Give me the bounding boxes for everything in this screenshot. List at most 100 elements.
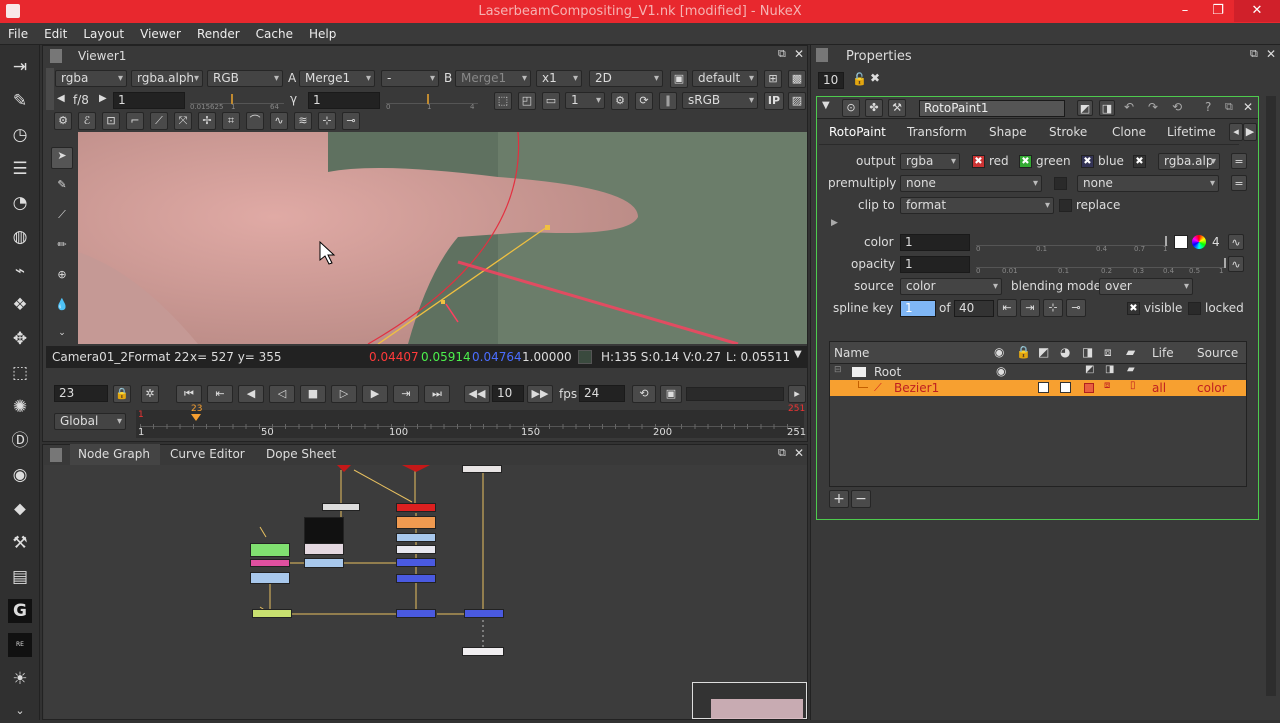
- color-field[interactable]: 1: [900, 234, 970, 251]
- keyframe-add-icon[interactable]: ⊹: [318, 112, 336, 130]
- frame-lock-icon[interactable]: 🔒: [113, 385, 131, 403]
- lut-profile-dropdown[interactable]: default: [692, 70, 758, 87]
- help-icon[interactable]: ?: [1205, 100, 1211, 114]
- alpha-channel-dropdown[interactable]: rgba.alph: [131, 70, 203, 87]
- gamma-field[interactable]: 1: [308, 92, 380, 109]
- tab-node-graph[interactable]: Node Graph: [78, 447, 150, 461]
- draw-nodes-icon[interactable]: ✎: [8, 89, 32, 113]
- revision-icon[interactable]: RE: [8, 633, 32, 657]
- node-merge[interactable]: [396, 558, 436, 567]
- keyframe-remove-icon[interactable]: ⊸: [342, 112, 360, 130]
- step-forward-icon[interactable]: ▶▶: [527, 385, 553, 403]
- toolbar-more-icon[interactable]: ⌄: [8, 699, 32, 723]
- node-rotopaint[interactable]: [396, 503, 436, 512]
- loop-icon[interactable]: ⟲: [632, 385, 656, 403]
- blending-mode-dropdown[interactable]: over: [1099, 278, 1193, 295]
- navigator-viewport[interactable]: [711, 699, 803, 719]
- metadata-nodes-icon[interactable]: ⬥: [8, 497, 32, 521]
- tabs-right-icon[interactable]: ▶: [1243, 123, 1257, 141]
- playback-range-bar[interactable]: [686, 387, 784, 401]
- tab-dope-sheet[interactable]: Dope Sheet: [266, 447, 336, 461]
- source-dropdown[interactable]: color: [900, 278, 1002, 295]
- tab-viewer1[interactable]: Viewer1: [78, 49, 126, 63]
- row-overlay-color[interactable]: [1084, 383, 1094, 393]
- add-curve-button[interactable]: +: [829, 490, 849, 508]
- roi-icon[interactable]: ⊞: [764, 70, 782, 88]
- select-tool-icon[interactable]: ➤: [51, 147, 73, 169]
- other-nodes-icon[interactable]: ▤: [8, 565, 32, 589]
- gain-field[interactable]: 1: [113, 92, 185, 109]
- brush-tool-icon[interactable]: ✏: [51, 237, 73, 259]
- lock-icon[interactable]: ⊡: [102, 112, 120, 130]
- node-grade[interactable]: [250, 572, 290, 584]
- step-back-icon[interactable]: ◀◀: [464, 385, 490, 403]
- color-icon[interactable]: ◨: [1099, 100, 1115, 116]
- curves-row-root[interactable]: ⊟ Root ◉ ◩ ◨ ▰: [830, 364, 1246, 380]
- row-color-swatch[interactable]: [1060, 382, 1071, 393]
- row-motion-blur-icon[interactable]: ⧈: [1104, 380, 1110, 391]
- lut-icon[interactable]: ▣: [670, 70, 688, 88]
- open-spline-icon[interactable]: ⌒: [246, 112, 264, 130]
- pin-icon[interactable]: 🔓: [852, 72, 867, 86]
- remove-key-icon[interactable]: ⊸: [1066, 299, 1086, 317]
- deep-nodes-icon[interactable]: Ⓓ: [8, 429, 32, 453]
- alpha-channel-dropdown[interactable]: rgba.alp: [1158, 153, 1220, 170]
- color-channel-count[interactable]: 4: [1212, 235, 1220, 249]
- undo-icon[interactable]: ↶: [1124, 100, 1134, 114]
- locked-checkbox[interactable]: [1188, 302, 1201, 315]
- node-copy[interactable]: [396, 545, 436, 554]
- proxy-dropdown[interactable]: 1: [565, 92, 605, 109]
- column-visible-icon[interactable]: ◉: [994, 345, 1004, 359]
- column-invert-icon[interactable]: ◩: [1038, 345, 1049, 359]
- tab-lifetime[interactable]: Lifetime: [1167, 125, 1216, 139]
- blur-tool-icon[interactable]: 💧: [51, 297, 73, 319]
- node-time[interactable]: [252, 609, 292, 618]
- menu-layout[interactable]: Layout: [75, 23, 132, 45]
- menu-help[interactable]: Help: [301, 23, 344, 45]
- region-of-interest-icon[interactable]: ⬚: [494, 92, 512, 110]
- bezier-tool-icon[interactable]: ⟋: [51, 207, 73, 229]
- column-motion-blur-icon[interactable]: ⧈: [1104, 345, 1112, 360]
- blue-channel-checkbox[interactable]: ✖: [1081, 155, 1094, 168]
- prev-key-icon[interactable]: ⇤: [997, 299, 1017, 317]
- furnace-icon[interactable]: ☀: [8, 667, 32, 691]
- properties-scrollbar[interactable]: [1266, 96, 1276, 696]
- node-graph-canvas[interactable]: [44, 465, 807, 719]
- prev-fstop-icon[interactable]: ◀: [57, 93, 65, 104]
- maximize-button[interactable]: ❐: [1202, 0, 1234, 22]
- viewer-canvas[interactable]: [78, 132, 807, 344]
- node-settings-icon[interactable]: ⊙: [842, 99, 860, 117]
- frame-range-scope-dropdown[interactable]: Global: [54, 413, 126, 430]
- node-merge[interactable]: [396, 574, 436, 583]
- close-pane-icon[interactable]: ✕: [794, 446, 804, 460]
- menu-file[interactable]: File: [0, 23, 36, 45]
- alpha-channel-checkbox[interactable]: ✖: [1133, 155, 1146, 168]
- next-fstop-icon[interactable]: ▶: [99, 93, 107, 104]
- float-pane-icon[interactable]: ⧉: [1250, 47, 1258, 61]
- row-invert-icon[interactable]: ◩: [1085, 364, 1094, 375]
- row-overlay-icon[interactable]: ◨: [1105, 364, 1114, 375]
- b-input-dropdown[interactable]: Merge1: [455, 70, 531, 87]
- node-graph-navigator[interactable]: [692, 682, 807, 719]
- tab-clone[interactable]: Clone: [1112, 125, 1146, 139]
- fps-field[interactable]: 24: [579, 385, 625, 402]
- playhead-icon[interactable]: [191, 414, 201, 421]
- node-tools-icon[interactable]: ⚒: [888, 99, 906, 117]
- close-window-button[interactable]: ✕: [1234, 0, 1280, 22]
- color-nodes-icon[interactable]: ◔: [8, 191, 32, 215]
- stop-icon[interactable]: ■: [300, 385, 326, 403]
- tree-toggle-icon[interactable]: ⊟: [834, 365, 842, 375]
- timeline-end-icon[interactable]: ▸: [788, 385, 806, 403]
- more-tools-icon[interactable]: ⌄: [51, 325, 73, 339]
- remove-curve-button[interactable]: −: [851, 490, 871, 508]
- settings-icon[interactable]: ⚙: [54, 112, 72, 130]
- close-pane-icon[interactable]: ✕: [1266, 47, 1276, 61]
- flipbook-icon[interactable]: ▣: [660, 385, 682, 403]
- gpu-icon[interactable]: ⚙: [611, 92, 629, 110]
- premultiply-dropdown[interactable]: none: [900, 175, 1042, 192]
- views-nodes-icon[interactable]: ◉: [8, 463, 32, 487]
- next-frame-icon[interactable]: ▶: [362, 385, 388, 403]
- clone-tool-icon[interactable]: ⊕: [51, 267, 73, 289]
- clipping-icon[interactable]: ▨: [788, 92, 806, 110]
- node-shuffle[interactable]: [250, 559, 290, 567]
